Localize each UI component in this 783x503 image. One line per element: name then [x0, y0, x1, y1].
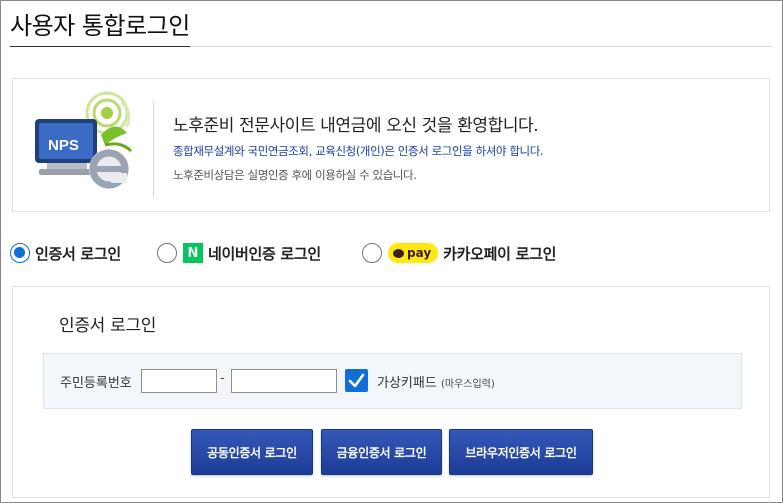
ssn-label: 주민등록번호 [60, 376, 132, 391]
login-method-certificate[interactable]: 인증서 로그인 [10, 240, 121, 266]
browser-certificate-login-button[interactable]: 브라우저인증서 로그인 [449, 429, 593, 475]
kakaopay-icon: pay [388, 243, 439, 263]
welcome-box: NPS 노후준비 전문사이트 내연금에 오신 것을 환영합니다. 종합재무설계와… [12, 78, 770, 212]
naver-icon: N [183, 243, 203, 263]
virtual-keypad-note: (마우스입력) [440, 379, 495, 390]
ssn-separator: - [220, 371, 225, 386]
svg-text:NPS: NPS [48, 137, 79, 154]
ssn-second-input[interactable] [231, 369, 337, 393]
certificate-login-title: 인증서 로그인 [59, 316, 157, 336]
kakaopay-badge-text: pay [407, 246, 432, 260]
kakao-label: 카카오페이 로그인 [443, 244, 557, 263]
naver-radio[interactable] [157, 243, 177, 263]
virtual-keypad-text: 가상키패드 [377, 376, 437, 391]
certificate-login-panel: 인증서 로그인 주민등록번호 - 가상키패드 (마우스입력) 공동인증서 로그인… [12, 286, 770, 498]
naver-label: 네이버인증 로그인 [208, 244, 321, 263]
nps-logo: NPS [29, 89, 147, 197]
joint-certificate-login-button[interactable]: 공동인증서 로그인 [191, 429, 313, 475]
financial-certificate-login-button[interactable]: 금융인증서 로그인 [321, 429, 442, 475]
ssn-first-input[interactable] [141, 369, 217, 393]
login-method-kakao[interactable]: pay 카카오페이 로그인 [362, 240, 556, 266]
welcome-sub: 노후준비상담은 실명인증 후에 이용하실 수 있습니다. [173, 168, 417, 182]
welcome-notice: 종합재무설계와 국민연금조회, 교육신청(개인)은 인증서 로그인을 하셔야 합… [173, 144, 544, 158]
certificate-label: 인증서 로그인 [35, 244, 121, 263]
checkmark-icon [348, 373, 365, 388]
welcome-divider [153, 101, 154, 197]
welcome-heading: 노후준비 전문사이트 내연금에 오신 것을 환영합니다. [173, 116, 539, 136]
speech-bubble-icon [393, 248, 404, 258]
login-method-group: 인증서 로그인 N 네이버인증 로그인 pay 카카오페이 로그인 [10, 240, 780, 266]
login-method-naver[interactable]: N 네이버인증 로그인 [157, 240, 321, 266]
title-divider-accent [10, 46, 190, 47]
virtual-keypad-checkbox[interactable] [345, 369, 368, 392]
kakao-radio[interactable] [362, 243, 382, 263]
page-title: 사용자 통합로그인 [10, 12, 190, 40]
virtual-keypad-label: 가상키패드 (마우스입력) [377, 372, 495, 391]
ssn-input-group: 주민등록번호 - 가상키패드 (마우스입력) [43, 353, 742, 409]
certificate-radio[interactable] [10, 243, 30, 263]
